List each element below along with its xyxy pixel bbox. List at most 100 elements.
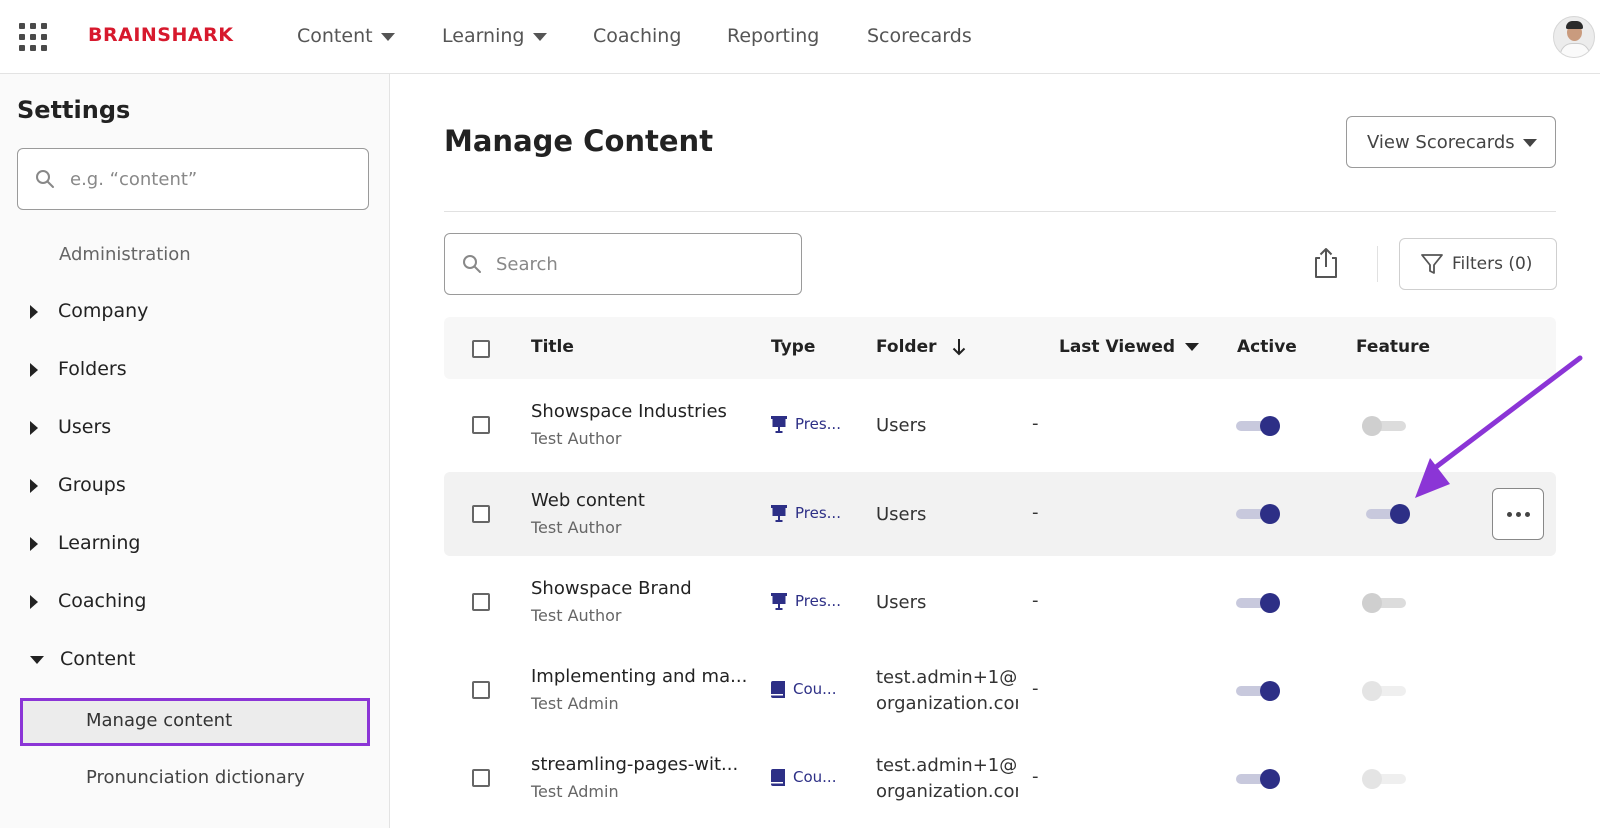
row-checkbox[interactable]: [472, 769, 490, 787]
settings-search-box[interactable]: [17, 148, 369, 210]
sidebar-item-label: Groups: [58, 474, 126, 496]
sidebar-item-users[interactable]: Users: [30, 416, 111, 438]
content-type: Cou...: [771, 768, 836, 786]
sidebar-item-manage-content[interactable]: Manage content: [20, 698, 370, 746]
feature-toggle[interactable]: [1362, 591, 1408, 615]
filters-button[interactable]: Filters (0): [1399, 238, 1557, 290]
column-last-viewed-label: Last Viewed: [1059, 337, 1176, 357]
course-icon: [771, 769, 785, 786]
content-type-label: Cou...: [793, 680, 837, 698]
chevron-down-icon: [532, 32, 547, 41]
content-folder-line: organization.con: [876, 693, 1018, 714]
select-all-checkbox[interactable]: [472, 340, 490, 358]
content-folder: Users: [876, 504, 927, 525]
content-search-input[interactable]: [496, 248, 786, 280]
sort-descending-icon: [953, 339, 966, 356]
filters-label: Filters (0): [1452, 254, 1533, 274]
caret-down-icon: [30, 655, 44, 664]
table-row[interactable]: Showspace Industries Test Author Pres...…: [444, 383, 1556, 467]
row-checkbox[interactable]: [472, 681, 490, 699]
content-folder: test.admin+1@sp organization.con: [876, 665, 1018, 717]
sidebar-item-learning[interactable]: Learning: [30, 532, 141, 554]
active-toggle[interactable]: [1236, 414, 1282, 438]
nav-coaching[interactable]: Coaching: [593, 25, 681, 47]
column-feature[interactable]: Feature: [1356, 337, 1430, 357]
row-checkbox[interactable]: [472, 416, 490, 434]
content-folder-line: test.admin+1@sp: [876, 755, 1018, 776]
active-toggle[interactable]: [1236, 679, 1282, 703]
content-type-label: Pres...: [795, 415, 841, 433]
caret-right-icon: [30, 594, 38, 609]
content-type-label: Cou...: [793, 768, 837, 786]
content-author: Test Author: [531, 429, 622, 448]
content-folder: Users: [876, 415, 927, 436]
active-toggle[interactable]: [1236, 502, 1282, 526]
user-avatar[interactable]: [1553, 16, 1595, 58]
presentation-icon: [771, 593, 787, 610]
brainshark-logo[interactable]: BRAINSHARK: [88, 24, 233, 46]
nav-reporting[interactable]: Reporting: [727, 25, 819, 47]
divider: [444, 211, 1556, 212]
sidebar-item-label: Company: [58, 300, 149, 322]
content-folder-line: organization.con: [876, 781, 1018, 802]
sidebar-item-label: Coaching: [58, 590, 147, 612]
column-folder[interactable]: Folder: [876, 337, 966, 357]
toolbar-separator: [1377, 246, 1378, 282]
view-scorecards-button[interactable]: View Scorecards: [1346, 116, 1556, 168]
course-icon: [771, 681, 785, 698]
content-title[interactable]: Web content: [531, 490, 645, 511]
chevron-down-icon: [1522, 138, 1537, 147]
feature-toggle[interactable]: [1362, 414, 1408, 438]
sidebar-item-groups[interactable]: Groups: [30, 474, 126, 496]
sidebar-item-pronunciation-dictionary[interactable]: Pronunciation dictionary: [20, 755, 370, 803]
row-checkbox[interactable]: [472, 505, 490, 523]
content-author: Test Admin: [531, 782, 619, 801]
feature-toggle[interactable]: [1362, 679, 1408, 703]
table-row[interactable]: Implementing and ma... Test Admin Cou...…: [444, 648, 1556, 732]
content-last-viewed: -: [1032, 766, 1039, 787]
view-scorecards-label: View Scorecards: [1367, 131, 1515, 153]
top-bar: BRAINSHARK Content Learning Coaching Rep…: [0, 0, 1600, 74]
sidebar-item-administration[interactable]: Administration: [59, 244, 191, 265]
column-last-viewed[interactable]: Last Viewed: [1059, 337, 1200, 357]
table-row[interactable]: Web content Test Author Pres... Users -: [444, 472, 1556, 556]
content-type: Pres...: [771, 592, 841, 610]
caret-right-icon: [30, 536, 38, 551]
row-checkbox[interactable]: [472, 593, 490, 611]
chevron-down-icon: [1185, 343, 1200, 351]
export-icon[interactable]: [1311, 246, 1341, 280]
active-toggle[interactable]: [1236, 767, 1282, 791]
sidebar-item-label: Learning: [58, 532, 141, 554]
column-active[interactable]: Active: [1237, 337, 1297, 357]
content-title[interactable]: Showspace Brand: [531, 578, 692, 599]
content-title[interactable]: Implementing and ma...: [531, 666, 747, 687]
settings-search-input[interactable]: [70, 163, 350, 195]
content-last-viewed: -: [1032, 502, 1039, 523]
active-toggle[interactable]: [1236, 591, 1282, 615]
feature-toggle[interactable]: [1366, 502, 1412, 526]
column-type[interactable]: Type: [771, 337, 815, 357]
content-search-box[interactable]: [444, 233, 802, 295]
content-last-viewed: -: [1032, 413, 1039, 434]
caret-right-icon: [30, 478, 38, 493]
sidebar-item-content[interactable]: Content: [30, 648, 136, 670]
sidebar-title: Settings: [17, 96, 131, 124]
sidebar-item-company[interactable]: Company: [30, 300, 148, 322]
nav-learning[interactable]: Learning: [442, 25, 547, 47]
nav-content[interactable]: Content: [297, 25, 395, 47]
column-folder-label: Folder: [876, 337, 937, 357]
sidebar-item-coaching[interactable]: Coaching: [30, 590, 146, 612]
nav-scorecards[interactable]: Scorecards: [867, 25, 972, 47]
more-actions-button[interactable]: [1492, 488, 1544, 540]
sidebar-item-label: Users: [58, 416, 112, 438]
table-row[interactable]: streamling-pages-wit... Test Admin Cou..…: [444, 736, 1556, 820]
presentation-icon: [771, 505, 787, 522]
column-title[interactable]: Title: [531, 337, 574, 357]
content-title[interactable]: streamling-pages-wit...: [531, 754, 738, 775]
content-title[interactable]: Showspace Industries: [531, 401, 727, 422]
sidebar-item-folders[interactable]: Folders: [30, 358, 127, 380]
content-author: Test Author: [531, 518, 622, 537]
feature-toggle[interactable]: [1362, 767, 1408, 791]
app-launcher-icon[interactable]: [19, 23, 47, 51]
table-row[interactable]: Showspace Brand Test Author Pres... User…: [444, 560, 1556, 644]
